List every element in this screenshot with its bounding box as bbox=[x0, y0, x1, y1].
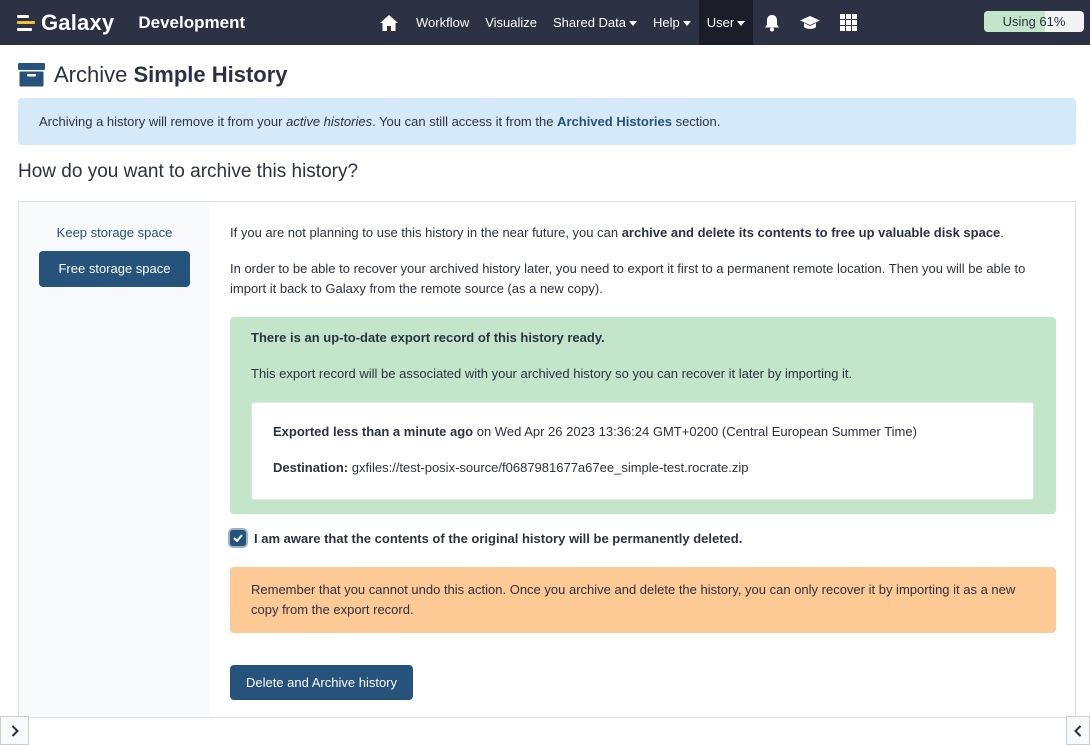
export-record-details: Exported less than a minute ago on Wed A… bbox=[251, 402, 1034, 500]
quota-meter[interactable]: Using 61% bbox=[984, 11, 1084, 32]
chevron-left-icon bbox=[1074, 724, 1082, 737]
grid-icon[interactable] bbox=[829, 0, 867, 45]
bottom-bar bbox=[0, 717, 1090, 745]
confirm-delete-label[interactable]: I am aware that the contents of the orig… bbox=[254, 531, 742, 546]
page-title: Archive Simple History bbox=[18, 62, 288, 88]
graduation-cap-icon[interactable] bbox=[791, 0, 829, 45]
export-record-title: There is an up-to-date export record of … bbox=[251, 330, 605, 345]
quota-label: Using 61% bbox=[1002, 14, 1066, 29]
bell-icon[interactable] bbox=[753, 0, 791, 45]
brand-name: Galaxy bbox=[41, 9, 115, 35]
info-alert: Archiving a history will remove it from … bbox=[18, 98, 1076, 145]
archive-mode-tabs: Keep storage space Free storage space bbox=[19, 202, 210, 731]
nav-shared-data[interactable]: Shared Data bbox=[545, 0, 645, 45]
home-icon[interactable] bbox=[370, 0, 408, 45]
check-icon bbox=[233, 534, 243, 542]
caret-down-icon bbox=[737, 20, 746, 26]
archive-icon bbox=[18, 63, 45, 87]
galaxy-logo-icon bbox=[17, 14, 35, 31]
export-record-subtitle: This export record will be associated wi… bbox=[251, 366, 853, 381]
history-name: Simple History bbox=[133, 62, 288, 87]
export-record-alert: There is an up-to-date export record of … bbox=[230, 317, 1056, 514]
nav-visualize[interactable]: Visualize bbox=[477, 0, 545, 45]
brand-subtitle: Development bbox=[138, 12, 246, 32]
expand-left-panel-button[interactable] bbox=[0, 716, 29, 745]
nav-user[interactable]: User bbox=[698, 0, 754, 45]
expand-right-panel-button[interactable] bbox=[1066, 716, 1090, 745]
tab-keep-storage-space[interactable]: Keep storage space bbox=[39, 221, 190, 245]
nav-help[interactable]: Help bbox=[645, 0, 699, 45]
nav-workflow[interactable]: Workflow bbox=[408, 0, 477, 45]
archive-question-heading: How do you want to archive this history? bbox=[18, 161, 359, 182]
active-histories-text: active histories bbox=[286, 114, 373, 129]
archived-histories-link[interactable]: Archived Histories bbox=[557, 114, 672, 129]
archive-options-card: Keep storage space Free storage space If… bbox=[18, 201, 1076, 731]
caret-down-icon bbox=[629, 20, 638, 26]
caret-down-icon bbox=[682, 20, 691, 26]
main-nav: Workflow Visualize Shared Data Help User bbox=[370, 0, 867, 45]
confirm-delete-checkbox[interactable] bbox=[230, 530, 246, 546]
chevron-right-icon bbox=[11, 724, 19, 737]
export-destination: Destination: gxfiles://test-posix-source… bbox=[273, 460, 749, 475]
export-paragraph: In order to be able to recover your arch… bbox=[230, 261, 1026, 296]
undo-warning-alert: Remember that you cannot undo this actio… bbox=[230, 567, 1056, 633]
page-heading: Archive Simple History bbox=[54, 62, 288, 87]
intro-paragraph: If you are not planning to use this hist… bbox=[230, 225, 1004, 240]
brand[interactable]: Galaxy Development bbox=[17, 0, 245, 45]
delete-and-archive-button[interactable]: Delete and Archive history bbox=[230, 665, 413, 700]
tab-free-storage-space[interactable]: Free storage space bbox=[39, 251, 190, 287]
confirm-delete-row: I am aware that the contents of the orig… bbox=[230, 530, 742, 546]
masthead: Galaxy Development Workflow Visualize Sh… bbox=[0, 0, 1090, 45]
export-time: Exported less than a minute ago on Wed A… bbox=[273, 424, 917, 439]
